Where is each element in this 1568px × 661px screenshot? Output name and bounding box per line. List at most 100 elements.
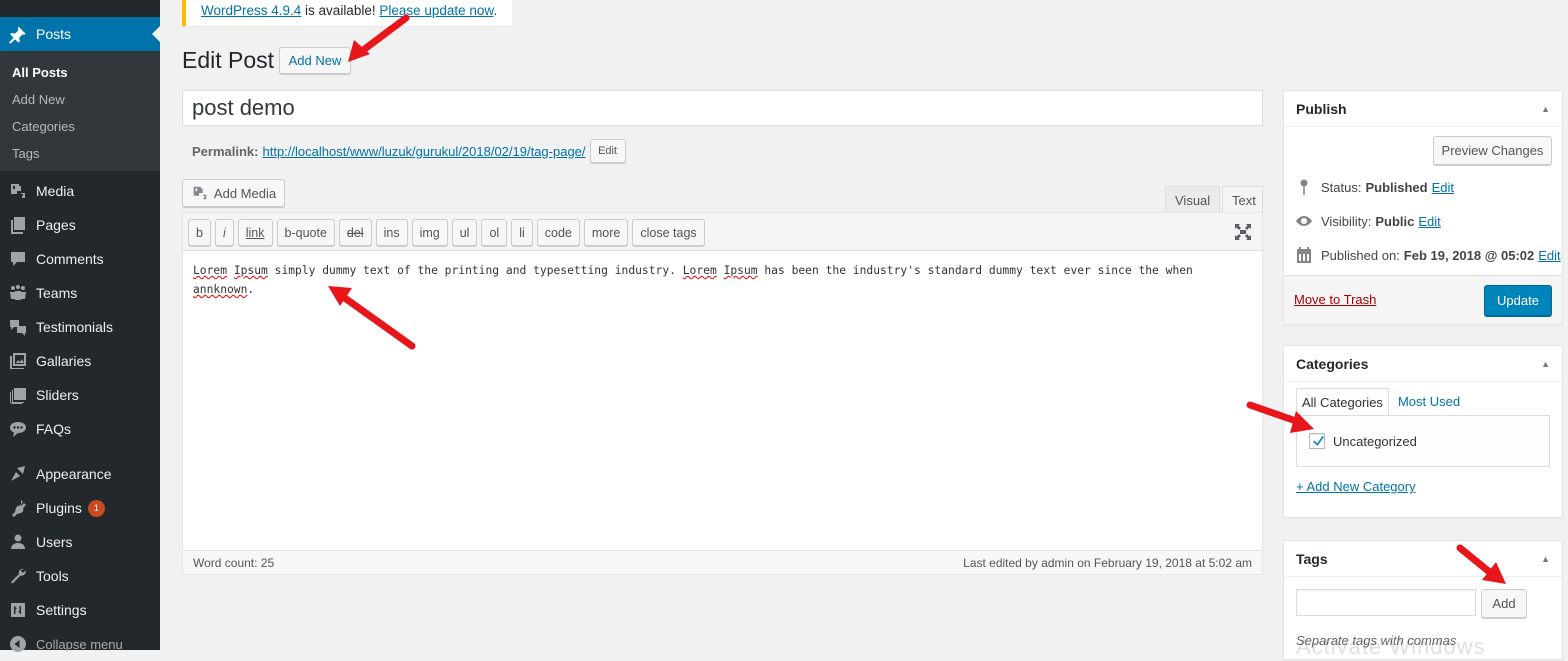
- qt-more-button[interactable]: more: [583, 219, 629, 246]
- add-tag-button[interactable]: Add: [1481, 589, 1527, 618]
- plugin-icon: [0, 498, 36, 518]
- publish-box-title: Publish: [1296, 101, 1347, 117]
- collapse-toggle-icon[interactable]: ▲: [1541, 91, 1550, 127]
- sidebar-item-users[interactable]: Users: [0, 525, 160, 559]
- sidebar-item-label: Sliders: [36, 387, 79, 403]
- sidebar-item-comments[interactable]: Comments: [0, 242, 160, 276]
- tab-most-used[interactable]: Most Used: [1389, 388, 1465, 416]
- permalink-edit-button[interactable]: Edit: [589, 139, 626, 163]
- post-title-input[interactable]: [182, 90, 1263, 126]
- qt-img-button[interactable]: img: [411, 219, 448, 246]
- qt-code-button[interactable]: code: [536, 219, 580, 246]
- collapse-toggle-icon[interactable]: ▲: [1541, 541, 1550, 577]
- gallery-icon: [0, 351, 36, 371]
- wrench-icon: [0, 566, 36, 586]
- new-tag-input[interactable]: [1296, 589, 1476, 616]
- submenu-add-new[interactable]: Add New: [0, 86, 160, 113]
- post-status-row: Status: Published Edit: [1294, 177, 1454, 197]
- media-icon: [193, 186, 207, 200]
- sidebar-item-testimonials[interactable]: Testimonials: [0, 310, 160, 344]
- sidebar-item-appearance[interactable]: Appearance: [0, 457, 160, 491]
- quicktags-toolbar: b i link b-quote del ins img ul ol li co…: [183, 213, 1262, 251]
- visibility-label: Visibility:: [1321, 213, 1372, 229]
- misspelled-word: Ipsum: [723, 264, 758, 277]
- add-media-button[interactable]: Add Media: [182, 179, 285, 207]
- edit-date-link[interactable]: Edit: [1538, 248, 1560, 263]
- categories-box-header[interactable]: Categories ▲: [1284, 346, 1562, 382]
- sidebar-item-settings[interactable]: Settings: [0, 593, 160, 627]
- tags-box-header[interactable]: Tags ▲: [1284, 541, 1562, 577]
- qt-link-button[interactable]: link: [237, 219, 273, 246]
- qt-bold-button[interactable]: b: [188, 219, 211, 246]
- edit-visibility-link[interactable]: Edit: [1418, 214, 1440, 229]
- qt-li-button[interactable]: li: [511, 219, 533, 246]
- preview-changes-button[interactable]: Preview Changes: [1433, 136, 1552, 165]
- tab-visual[interactable]: Visual: [1165, 186, 1221, 213]
- admin-sidebar: Posts All Posts Add New Categories Tags …: [0, 0, 160, 652]
- sidebar-item-plugins[interactable]: Plugins 1: [0, 491, 160, 525]
- publish-date-row: Published on: Feb 19, 2018 @ 05:02 Edit: [1294, 245, 1561, 265]
- update-button[interactable]: Update: [1484, 285, 1552, 316]
- permalink-link[interactable]: http://localhost/www/luzuk/gurukul/2018/…: [262, 144, 585, 159]
- add-new-category-link[interactable]: + Add New Category: [1296, 479, 1416, 494]
- add-new-button[interactable]: Add New: [279, 47, 351, 74]
- misspelled-word: annknown: [193, 283, 248, 296]
- sidebar-item-faqs[interactable]: FAQs: [0, 412, 160, 446]
- version-link[interactable]: WordPress 4.9.4: [201, 3, 301, 18]
- content-text: simply dummy text of the printing and ty…: [267, 264, 683, 277]
- notice-end: .: [493, 3, 498, 18]
- content-text: .: [247, 283, 255, 296]
- sidebar-item-label: Posts: [36, 26, 72, 42]
- update-now-link[interactable]: Please update now: [379, 3, 493, 18]
- fullscreen-icon[interactable]: [1234, 223, 1252, 241]
- calendar-icon: [1297, 247, 1311, 263]
- submenu-all-posts[interactable]: All Posts: [0, 59, 160, 86]
- sidebar-item-pages[interactable]: Pages: [0, 208, 160, 242]
- sidebar-item-teams[interactable]: Teams: [0, 276, 160, 310]
- edit-status-link[interactable]: Edit: [1432, 180, 1454, 195]
- submenu-categories[interactable]: Categories: [0, 113, 160, 140]
- last-edited: Last edited by admin on February 19, 201…: [963, 555, 1252, 570]
- collapse-menu-label: Collapse menu: [36, 636, 123, 652]
- qt-ul-button[interactable]: ul: [451, 219, 478, 246]
- move-to-trash-link[interactable]: Move to Trash: [1294, 292, 1376, 307]
- submenu-tags[interactable]: Tags: [0, 140, 160, 167]
- slides-icon: [0, 385, 36, 405]
- pin-icon: [0, 24, 36, 44]
- category-tabs: All Categories Most Used: [1296, 388, 1465, 416]
- qt-close-tags-button[interactable]: close tags: [632, 219, 705, 246]
- posts-submenu: All Posts Add New Categories Tags: [0, 51, 160, 171]
- qt-del-button[interactable]: del: [338, 219, 372, 246]
- windows-activation-watermark: Activate Windows: [1296, 634, 1486, 659]
- misspelled-word: Lorem: [193, 264, 228, 277]
- collapse-toggle-icon[interactable]: ▲: [1541, 346, 1550, 382]
- visibility-row: Visibility: Public Edit: [1294, 211, 1441, 231]
- collapse-menu-button[interactable]: Collapse menu: [0, 627, 160, 661]
- groups-icon: [0, 283, 36, 303]
- permalink-slug: tag-page: [530, 143, 582, 159]
- sidebar-item-media[interactable]: Media: [0, 174, 160, 208]
- word-count: Word count: 25: [193, 555, 275, 570]
- update-notice: WordPress 4.9.4 is available! Please upd…: [182, 0, 512, 26]
- permalink-label: Permalink:: [192, 143, 259, 159]
- published-value: Feb 19, 2018 @ 05:02: [1403, 247, 1535, 263]
- tab-text[interactable]: Text: [1222, 186, 1263, 213]
- sidebar-item-tools[interactable]: Tools: [0, 559, 160, 593]
- tab-all-categories[interactable]: All Categories: [1296, 388, 1389, 416]
- qt-ins-button[interactable]: ins: [375, 219, 408, 246]
- publish-box-header[interactable]: Publish ▲: [1284, 91, 1562, 127]
- category-label: Uncategorized: [1333, 433, 1417, 449]
- checkmark-icon: [1313, 436, 1324, 446]
- status-value: Published: [1365, 179, 1428, 195]
- category-item[interactable]: Uncategorized: [1309, 433, 1417, 449]
- qt-italic-button[interactable]: i: [214, 219, 234, 246]
- category-checkbox[interactable]: [1309, 433, 1325, 449]
- qt-blockquote-button[interactable]: b-quote: [276, 219, 335, 246]
- sidebar-item-sliders[interactable]: Sliders: [0, 378, 160, 412]
- sidebar-item-posts[interactable]: Posts: [0, 17, 160, 51]
- content-textarea[interactable]: Lorem Ipsum simply dummy text of the pri…: [183, 251, 1262, 551]
- qt-ol-button[interactable]: ol: [481, 219, 508, 246]
- user-icon: [0, 532, 36, 552]
- sidebar-item-label: Tools: [36, 568, 69, 584]
- sidebar-item-gallaries[interactable]: Gallaries: [0, 344, 160, 378]
